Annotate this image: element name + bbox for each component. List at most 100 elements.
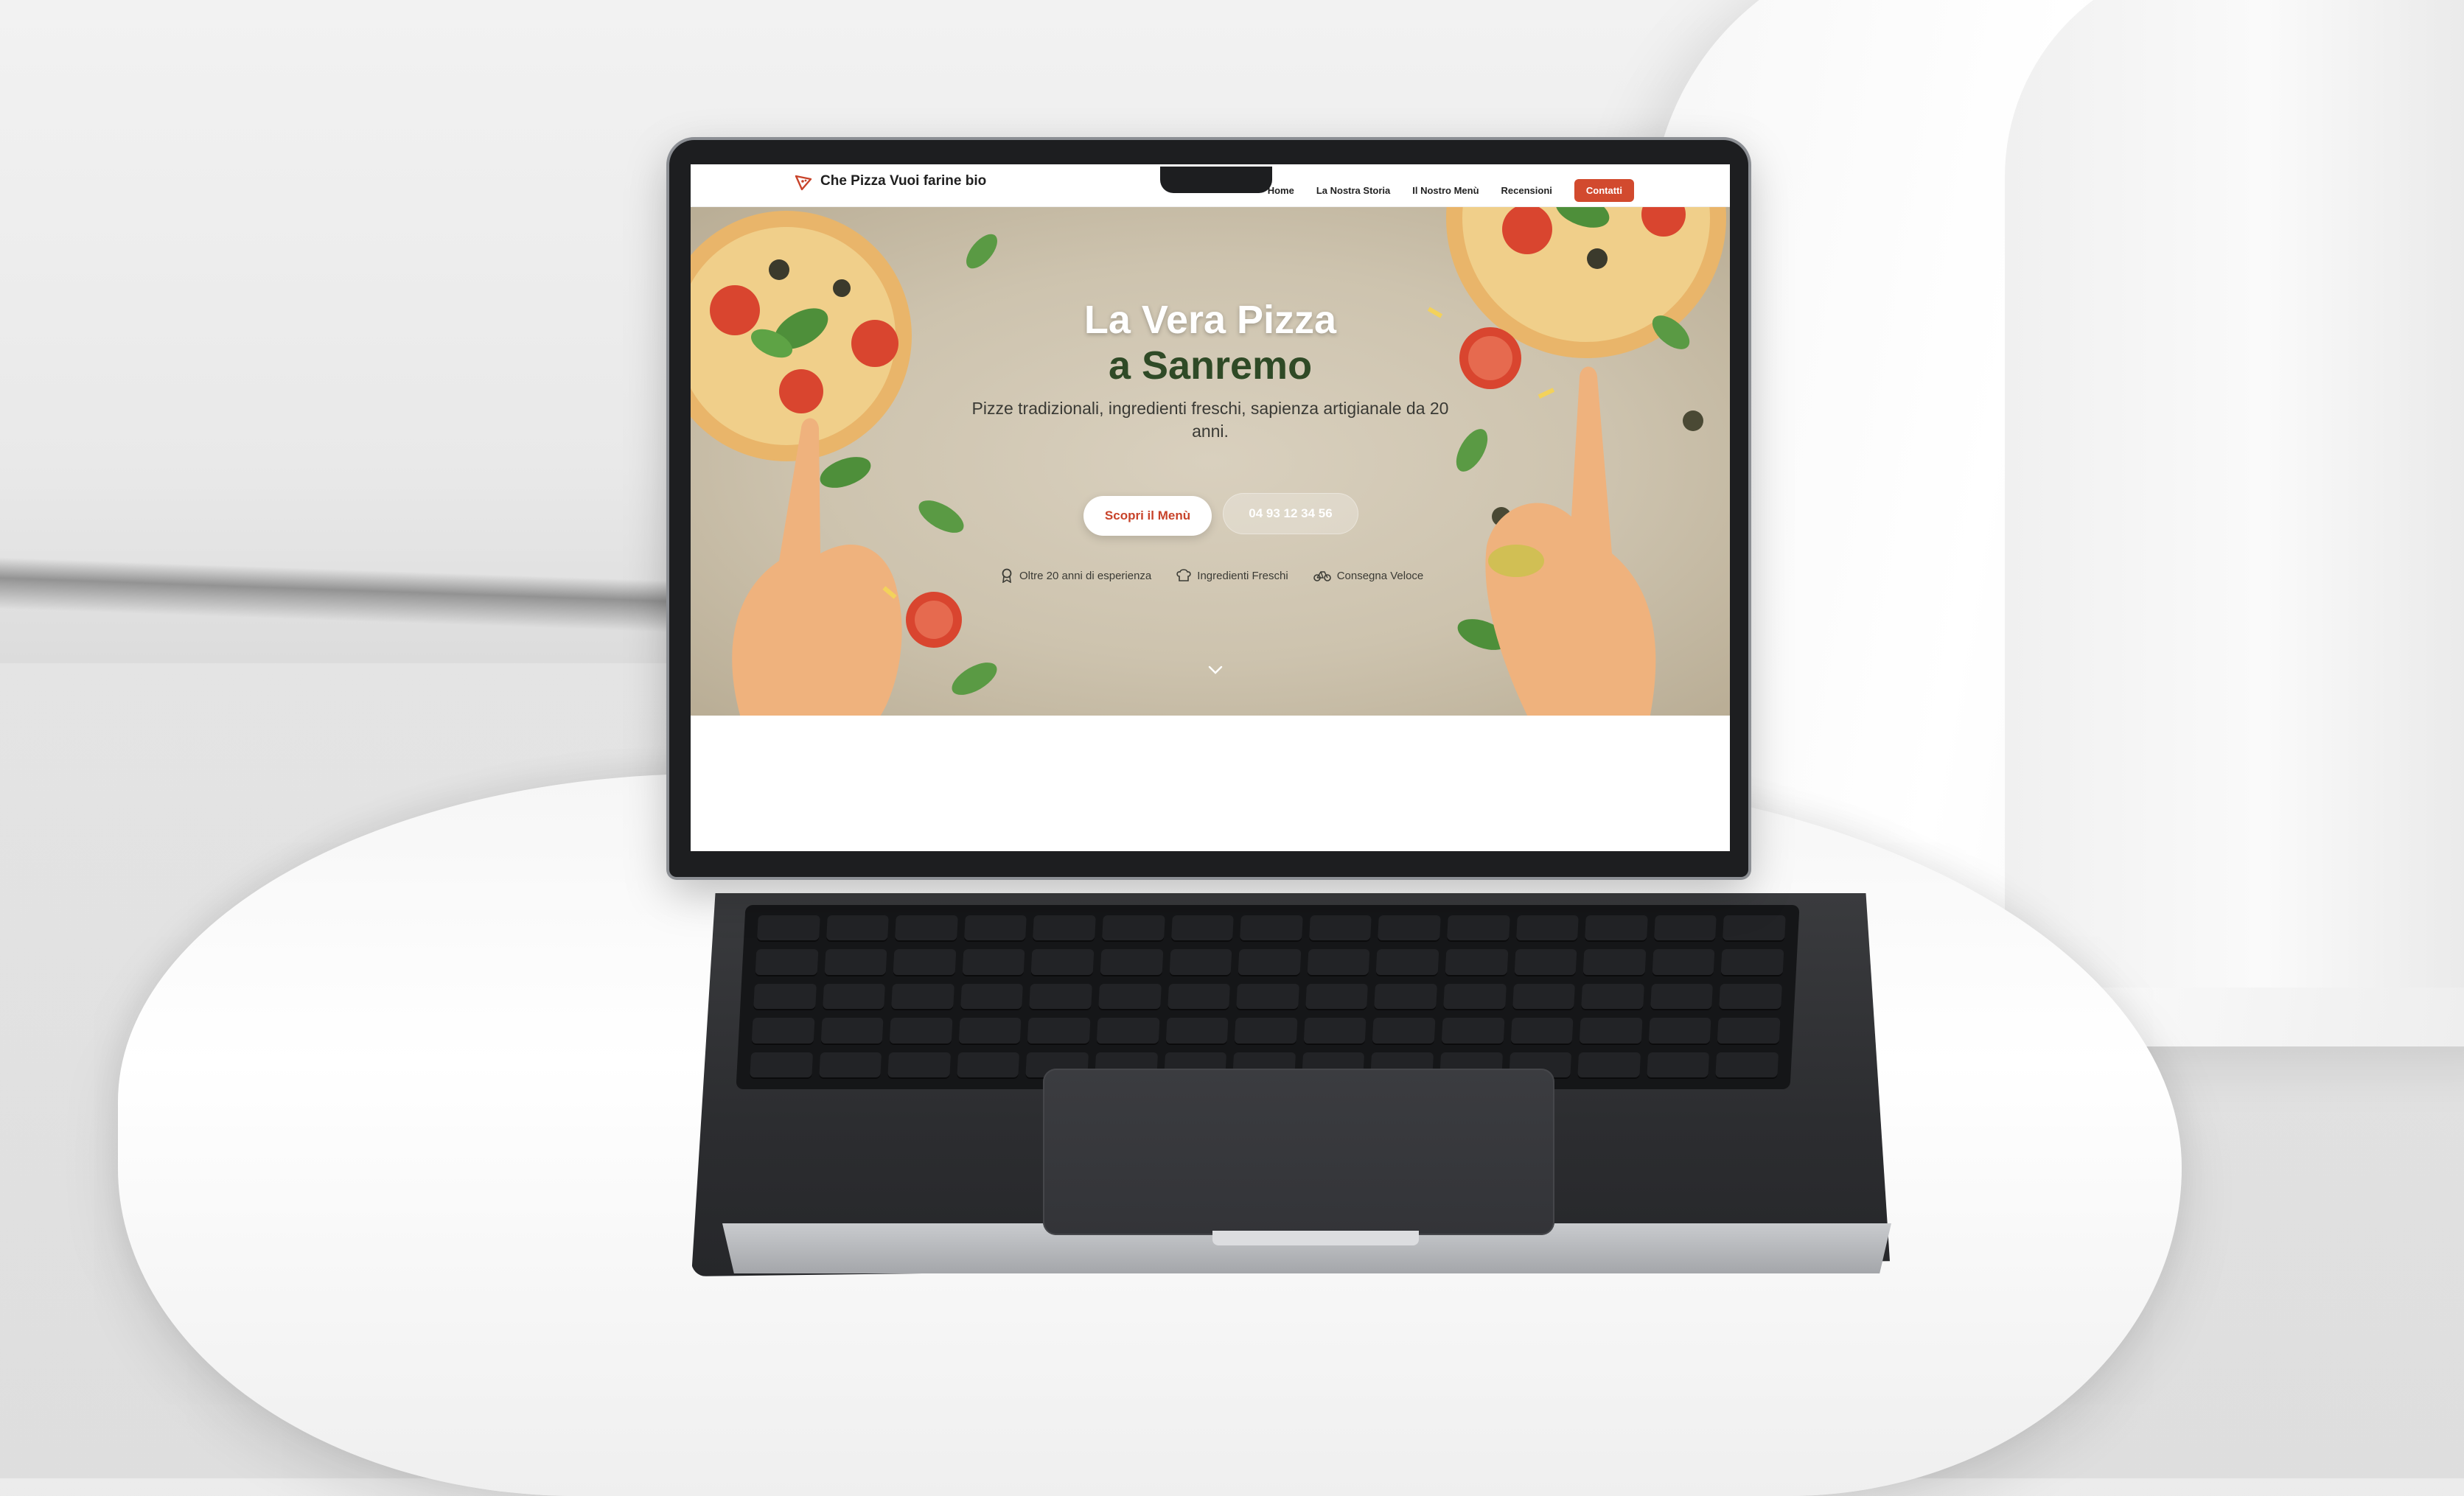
- keyboard-key: [1441, 1018, 1505, 1045]
- keyboard-key: [822, 983, 886, 1011]
- nav-links: Home La Nostra Storia Il Nostro Menù Rec…: [1268, 179, 1634, 202]
- keyboard-key: [1715, 1052, 1779, 1079]
- keyboard-key: [1167, 983, 1231, 1011]
- hero-title-line1: La Vera Pizza: [1083, 298, 1337, 342]
- keyboard-key: [1236, 983, 1299, 1011]
- keyboard-key: [1303, 1018, 1367, 1045]
- keyboard-key: [1719, 983, 1782, 1011]
- feature-delivery: Consegna Veloce: [1313, 569, 1424, 582]
- keyboard-key: [1100, 949, 1163, 976]
- brand-logo[interactable]: Che Pizza Vuoi farine bio: [794, 172, 986, 191]
- hero-section: La Vera Pizza a Sanremo Pizze tradiziona…: [691, 207, 1730, 716]
- feature-fresh: Ingredienti Freschi: [1176, 569, 1288, 582]
- feature-experience: Oltre 20 anni di esperienza: [1000, 568, 1151, 583]
- keyboard-key: [826, 915, 890, 943]
- keyboard-key: [750, 1052, 813, 1079]
- pizza-slice-icon: [795, 175, 812, 191]
- keyboard-key: [1101, 915, 1165, 943]
- keyboard-key: [962, 949, 1025, 976]
- keyboard-key: [1577, 1052, 1641, 1079]
- nav-link-story[interactable]: La Nostra Storia: [1316, 185, 1390, 196]
- keyboard-key: [1372, 1018, 1436, 1045]
- keyboard-key: [1648, 1018, 1711, 1045]
- hero-title-line2: a Sanremo: [1108, 343, 1313, 388]
- keyboard-key: [820, 1018, 884, 1045]
- keyboard-key: [889, 1018, 953, 1045]
- keyboard-key: [963, 915, 1027, 943]
- nav-link-home[interactable]: Home: [1268, 185, 1294, 196]
- chevron-down-icon[interactable]: [1207, 664, 1224, 676]
- feature-fresh-label: Ingredienti Freschi: [1197, 569, 1288, 582]
- keyboard-key: [1240, 915, 1303, 943]
- keyboard-key: [755, 949, 818, 976]
- keyboard-key: [1512, 983, 1576, 1011]
- keyboard-key: [1445, 949, 1508, 976]
- keyboard-key: [1720, 949, 1784, 976]
- keyboard-key: [1238, 949, 1302, 976]
- keyboard-key: [1305, 983, 1369, 1011]
- feature-delivery-label: Consegna Veloce: [1336, 569, 1424, 582]
- keyboard-key: [893, 949, 957, 976]
- keyboard-key: [824, 949, 887, 976]
- keyboard-key: [1446, 915, 1510, 943]
- keyboard-key: [1585, 915, 1648, 943]
- keyboard-key: [751, 1018, 815, 1045]
- camera-notch: [1160, 167, 1272, 193]
- keyboard-key: [1098, 983, 1162, 1011]
- hero-illustration: [691, 207, 1726, 716]
- phone-button[interactable]: 04 93 12 34 56: [1223, 493, 1358, 534]
- contact-button[interactable]: Contatti: [1574, 179, 1634, 202]
- keyboard-key: [1030, 949, 1095, 976]
- nav-link-reviews[interactable]: Recensioni: [1501, 185, 1552, 196]
- keyboard-key: [1307, 949, 1370, 976]
- chef-hat-icon: [1176, 569, 1191, 581]
- keyboard-key: [1653, 915, 1717, 943]
- keyboard-key: [1515, 915, 1580, 943]
- keyboard-key: [1650, 983, 1714, 1011]
- keyboard-key: [1374, 983, 1437, 1011]
- keyboard-key: [1510, 1018, 1574, 1045]
- discover-menu-button[interactable]: Scopri il Menù: [1083, 496, 1212, 536]
- keyboard-key: [891, 983, 954, 1011]
- nav-link-menu[interactable]: Il Nostro Menù: [1412, 185, 1479, 196]
- laptop-screen: Che Pizza Vuoi farine bio Home La Nostra…: [691, 164, 1730, 851]
- keyboard-key: [753, 983, 817, 1011]
- keyboard-key: [895, 915, 958, 943]
- keyboard-key: [1029, 983, 1092, 1011]
- hero-features: Oltre 20 anni di esperienza Ingredienti …: [1000, 568, 1423, 583]
- keyboard-key: [1169, 949, 1232, 976]
- keyboard-key: [1378, 915, 1441, 943]
- keyboard-key: [1033, 915, 1096, 943]
- keyboard-key: [1170, 915, 1235, 943]
- next-section: [691, 716, 1730, 851]
- chair-backrest: [2005, 0, 2464, 988]
- keyboard-key: [818, 1052, 882, 1079]
- keyboard-key: [1234, 1018, 1298, 1045]
- keyboard-key: [1308, 915, 1372, 943]
- keyboard-key: [1375, 949, 1439, 976]
- keyboard-key: [756, 915, 820, 943]
- keyboard-key: [1165, 1018, 1229, 1045]
- keyboard-key: [1443, 983, 1507, 1011]
- laptop-keyboard: [736, 905, 1800, 1089]
- hero-subtitle: Pizze tradizionali, ingredienti freschi,…: [971, 399, 1449, 441]
- laptop-front-lip: [1212, 1231, 1419, 1245]
- keyboard-key: [1646, 1052, 1710, 1079]
- keyboard-key: [1579, 1018, 1643, 1045]
- keyboard-key: [956, 1052, 1020, 1079]
- laptop-trackpad: [1043, 1069, 1554, 1235]
- keyboard-key: [958, 1018, 1022, 1045]
- keyboard-key: [1717, 1018, 1781, 1045]
- bicycle-icon: [1313, 571, 1331, 581]
- keyboard-key: [1096, 1018, 1160, 1045]
- keyboard-key: [887, 1052, 951, 1079]
- keyboard-key: [1514, 949, 1577, 976]
- keyboard-key: [1027, 1018, 1091, 1045]
- keyboard-key: [1581, 983, 1644, 1011]
- keyboard-key: [1652, 949, 1715, 976]
- keyboard-key: [1582, 949, 1647, 976]
- award-icon: [1002, 568, 1012, 583]
- keyboard-key: [1723, 915, 1786, 943]
- feature-experience-label: Oltre 20 anni di esperienza: [1019, 569, 1152, 582]
- brand-name: Che Pizza Vuoi farine bio: [820, 173, 987, 189]
